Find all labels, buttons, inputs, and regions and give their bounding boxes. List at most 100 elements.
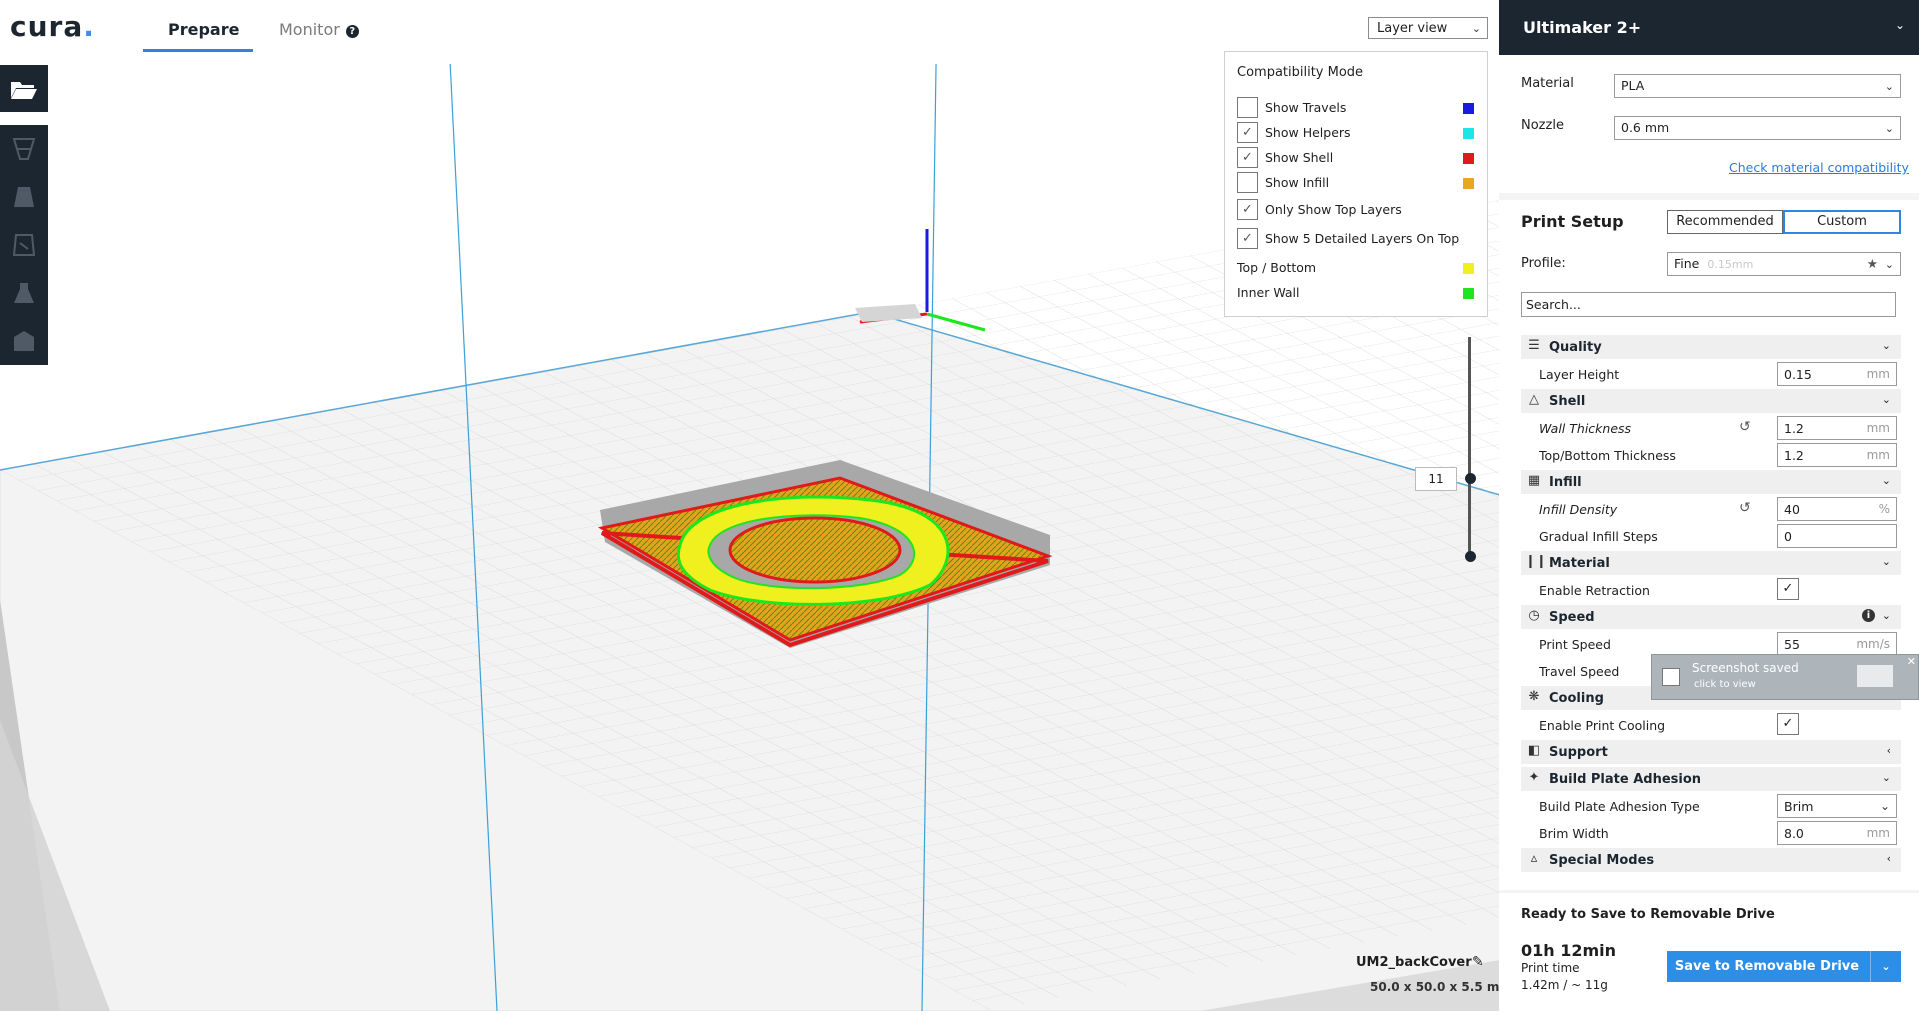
legend-show-helpers[interactable]: ✓ Show Helpers bbox=[1237, 122, 1477, 144]
topbottom-thickness-input[interactable]: 1.2 mm bbox=[1777, 443, 1897, 467]
view-mode-dropdown[interactable]: Layer view ⌄ bbox=[1368, 17, 1488, 39]
settings-sidebar: Ultimaker 2+ ⌄ Material PLA ⌄ Nozzle 0.6 … bbox=[1499, 0, 1919, 1011]
settings-search-input[interactable]: Search... bbox=[1521, 292, 1896, 317]
setting-enable-cooling: Enable Print Cooling ✓ bbox=[1521, 713, 1901, 737]
show-travels-checkbox[interactable] bbox=[1237, 97, 1258, 118]
setting-print-speed: Print Speed 55 mm/s bbox=[1521, 632, 1901, 656]
printer-name: Ultimaker 2+ bbox=[1523, 18, 1642, 37]
adhesion-type-dropdown[interactable]: Brim ⌄ bbox=[1777, 794, 1897, 818]
chevron-down-icon: ⌄ bbox=[1881, 339, 1891, 352]
cooling-icon: ❋ bbox=[1528, 689, 1540, 704]
reset-icon[interactable]: ↺ bbox=[1739, 500, 1751, 516]
infill-density-input[interactable]: 40% bbox=[1777, 497, 1897, 521]
category-support[interactable]: ◧ Support ‹ bbox=[1521, 740, 1901, 764]
gradual-infill-input[interactable]: 0 bbox=[1777, 524, 1897, 548]
infill-swatch bbox=[1463, 178, 1474, 189]
speed-icon: ◷ bbox=[1528, 608, 1540, 623]
support-icon: ◧ bbox=[1527, 743, 1541, 758]
tool-panel bbox=[0, 125, 48, 365]
open-file-button[interactable] bbox=[0, 65, 48, 112]
material-dropdown[interactable]: PLA ⌄ bbox=[1614, 74, 1901, 98]
detailed-layers-checkbox[interactable]: ✓ bbox=[1237, 228, 1258, 249]
move-tool-button[interactable] bbox=[0, 125, 48, 173]
setting-infill-density: Infill Density ↺ 40% bbox=[1521, 497, 1901, 521]
legend-top-bottom: Top / Bottom bbox=[1237, 257, 1477, 279]
category-adhesion[interactable]: ✦ Build Plate Adhesion ⌄ bbox=[1521, 767, 1901, 791]
notification-subtitle: click to view bbox=[1694, 679, 1756, 690]
chevron-left-icon: ‹ bbox=[1886, 744, 1891, 757]
only-top-layers-checkbox[interactable]: ✓ bbox=[1237, 199, 1258, 220]
mirror-tool-button[interactable] bbox=[0, 269, 48, 317]
category-shell[interactable]: △ Shell ⌄ bbox=[1521, 389, 1901, 413]
ready-status: Ready to Save to Removable Drive bbox=[1521, 907, 1775, 922]
star-icon[interactable]: ★ bbox=[1867, 253, 1878, 275]
screenshot-thumbnail bbox=[1857, 665, 1893, 687]
layer-number-input[interactable]: 11 bbox=[1415, 467, 1457, 491]
reset-icon[interactable]: ↺ bbox=[1739, 419, 1751, 435]
quality-icon: ☰ bbox=[1528, 338, 1540, 353]
legend-detailed-layers[interactable]: ✓ Show 5 Detailed Layers On Top bbox=[1237, 228, 1477, 250]
custom-mode-button[interactable]: Custom bbox=[1783, 210, 1901, 234]
legend-title: Compatibility Mode bbox=[1237, 65, 1364, 80]
chevron-down-icon: ⌄ bbox=[1881, 609, 1891, 622]
check-compatibility-link[interactable]: Check material compatibility bbox=[1729, 160, 1909, 175]
legend-show-shell[interactable]: ✓ Show Shell bbox=[1237, 147, 1477, 169]
show-infill-checkbox[interactable] bbox=[1237, 172, 1258, 193]
chevron-down-icon: ⌄ bbox=[1884, 122, 1894, 135]
mirror-icon bbox=[14, 283, 34, 303]
legend-show-travels[interactable]: Show Travels bbox=[1237, 97, 1477, 119]
scale-tool-button[interactable] bbox=[0, 173, 48, 221]
chevron-down-icon: ⌄ bbox=[1881, 393, 1891, 406]
chevron-down-icon: ⌄ bbox=[1884, 258, 1894, 271]
nozzle-dropdown[interactable]: 0.6 mm ⌄ bbox=[1614, 116, 1901, 140]
inner-wall-swatch bbox=[1463, 288, 1474, 299]
chevron-down-icon: ⌄ bbox=[1881, 555, 1891, 568]
rotate-tool-button[interactable] bbox=[0, 221, 48, 269]
category-infill[interactable]: ▦ Infill ⌄ bbox=[1521, 470, 1901, 494]
notification-title: Screenshot saved bbox=[1692, 661, 1799, 675]
profile-dropdown[interactable]: Fine 0.15mm ★ ⌄ bbox=[1667, 252, 1901, 276]
enable-cooling-checkbox[interactable]: ✓ bbox=[1777, 713, 1799, 735]
print-time-label: Print time bbox=[1521, 961, 1580, 975]
tab-prepare[interactable]: Prepare bbox=[168, 20, 239, 39]
printer-selector[interactable]: Ultimaker 2+ ⌄ bbox=[1499, 0, 1919, 55]
save-to-drive-button[interactable]: Save to Removable Drive ⌄ bbox=[1667, 951, 1901, 982]
screenshot-app-icon bbox=[1662, 668, 1680, 686]
setting-topbottom-thickness: Top/Bottom Thickness 1.2 mm bbox=[1521, 443, 1901, 467]
layer-slider-lower-handle[interactable] bbox=[1465, 551, 1476, 562]
category-quality[interactable]: ☰ Quality ⌄ bbox=[1521, 335, 1901, 359]
chevron-down-icon[interactable]: ⌄ bbox=[1870, 951, 1901, 982]
nozzle-label: Nozzle bbox=[1521, 118, 1564, 133]
category-speed[interactable]: ◷ Speed i ⌄ bbox=[1521, 605, 1901, 629]
show-shell-checkbox[interactable]: ✓ bbox=[1237, 147, 1258, 168]
close-icon[interactable]: ✕ bbox=[1907, 655, 1916, 668]
top-bottom-swatch bbox=[1463, 263, 1474, 274]
screenshot-notification[interactable]: Screenshot saved click to view ✕ bbox=[1651, 654, 1919, 700]
chevron-down-icon: ⌄ bbox=[1894, 18, 1905, 32]
helpers-swatch bbox=[1463, 128, 1474, 139]
model-name: UM2_backCover bbox=[1356, 955, 1472, 970]
layer-height-input[interactable]: 0.15 mm bbox=[1777, 362, 1897, 386]
category-material[interactable]: ❙❙ Material ⌄ bbox=[1521, 551, 1901, 575]
layer-slider-track[interactable] bbox=[1468, 337, 1471, 557]
pencil-icon[interactable]: ✎ bbox=[1472, 954, 1484, 970]
profile-label: Profile: bbox=[1521, 256, 1566, 271]
setting-enable-retraction: Enable Retraction ✓ bbox=[1521, 578, 1901, 602]
category-special-modes[interactable]: ▵ Special Modes ‹ bbox=[1521, 848, 1901, 872]
shell-icon: △ bbox=[1529, 392, 1539, 407]
brim-width-input[interactable]: 8.0 mm bbox=[1777, 821, 1897, 845]
print-speed-input[interactable]: 55 mm/s bbox=[1777, 632, 1897, 656]
wall-thickness-input[interactable]: 1.2 mm bbox=[1777, 416, 1897, 440]
help-icon[interactable]: ? bbox=[345, 25, 359, 38]
enable-retraction-checkbox[interactable]: ✓ bbox=[1777, 578, 1799, 600]
legend-show-infill[interactable]: Show Infill bbox=[1237, 172, 1477, 194]
layer-view-legend: Compatibility Mode Show Travels ✓ Show H… bbox=[1224, 51, 1488, 317]
show-helpers-checkbox[interactable]: ✓ bbox=[1237, 122, 1258, 143]
legend-only-top-layers[interactable]: ✓ Only Show Top Layers bbox=[1237, 199, 1477, 221]
rotate-icon bbox=[12, 234, 36, 256]
tab-monitor[interactable]: Monitor? bbox=[279, 20, 359, 39]
per-model-settings-button[interactable] bbox=[0, 317, 48, 365]
layer-slider-upper-handle[interactable] bbox=[1465, 473, 1476, 484]
info-icon[interactable]: i bbox=[1862, 609, 1875, 622]
recommended-mode-button[interactable]: Recommended bbox=[1667, 210, 1783, 234]
